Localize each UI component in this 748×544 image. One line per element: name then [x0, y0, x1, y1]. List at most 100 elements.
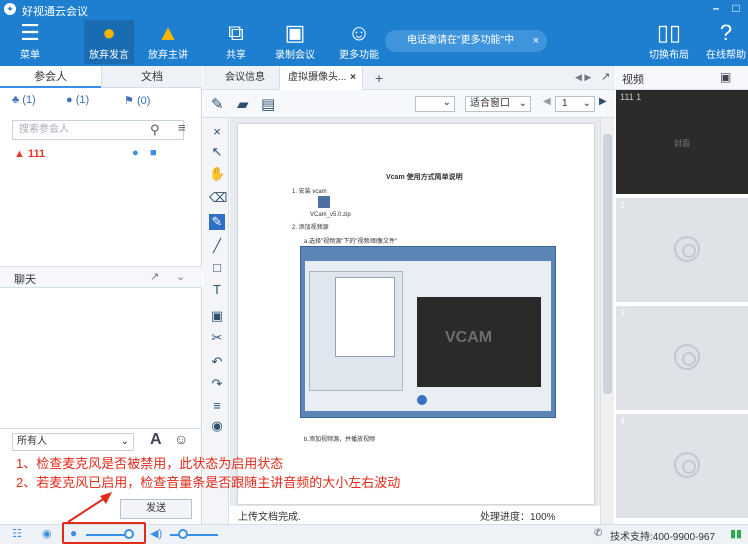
- page-input[interactable]: 1 ⌄: [555, 96, 595, 112]
- chat-header: 聊天 ↗ ⌄: [0, 266, 202, 288]
- video-cell-3[interactable]: 3: [616, 306, 748, 412]
- share-button[interactable]: ⧉ 共享: [218, 20, 254, 64]
- image-icon[interactable]: ▣: [209, 308, 225, 324]
- video-cell-number: 3: [620, 308, 626, 318]
- support-text: 技术支持:400-9900-967: [610, 532, 716, 543]
- app-logo-icon: ✦: [4, 3, 16, 15]
- phone-icon: ✆: [594, 528, 603, 539]
- chevron-down-icon: ⌄: [518, 98, 527, 109]
- video-cell-1[interactable]: 111 1 封面: [616, 90, 748, 196]
- pointer-icon[interactable]: ↖: [209, 144, 225, 160]
- invite-notice: 电话邀请在"更多功能"中 ×: [385, 30, 547, 52]
- user-icon: ♣: [12, 94, 20, 106]
- microphone-icon: ●: [66, 94, 73, 106]
- flag-icon: ⚑: [124, 95, 134, 107]
- document-scrollbar[interactable]: [600, 118, 614, 524]
- maximize-button[interactable]: □: [726, 0, 746, 18]
- video-layout-icon[interactable]: ▣: [720, 70, 731, 84]
- tab-virtual-camera[interactable]: 虚拟摄像头... ×: [279, 66, 363, 90]
- eraser-icon[interactable]: ⌫: [209, 190, 227, 206]
- menu-button[interactable]: ☰ 菜单: [8, 20, 52, 64]
- help-annotation: 1、检查麦克风是否被禁用，此状态为启用状态 2、若麦克风已启用，检查音量条是否跟…: [16, 454, 496, 492]
- prev-page-icon[interactable]: ◀: [543, 96, 551, 107]
- hands-count[interactable]: ⚑ (0): [124, 94, 150, 107]
- scissors-icon[interactable]: ✂: [209, 330, 225, 346]
- microphone-icon[interactable]: ●: [132, 147, 139, 159]
- chevron-down-icon[interactable]: ⌄: [176, 270, 185, 283]
- layout-icon: ▯▯: [656, 20, 682, 45]
- mic-highlight: [62, 522, 146, 544]
- settings-icon[interactable]: ◉: [42, 527, 52, 540]
- folder-icon[interactable]: ▰: [237, 95, 249, 113]
- video-cell-2[interactable]: 2: [616, 198, 748, 304]
- menu-icon: ☰: [20, 20, 40, 45]
- top-toolbar: ✦ 好视通云会议 – □ ☰ 菜单 ● 放弃发言 ▲ 放弃主讲 ⧉ 共享 ▣ 录…: [0, 0, 748, 66]
- switch-layout-button[interactable]: ▯▯ 切换布局: [644, 20, 694, 64]
- video-cell-4[interactable]: 4: [616, 414, 748, 520]
- online-help-button[interactable]: ? 在线帮助: [704, 20, 748, 64]
- chevron-down-icon: ⌄: [120, 436, 129, 447]
- give-up-speaking-button[interactable]: ● 放弃发言: [84, 20, 134, 64]
- tab-participants[interactable]: 参会人: [0, 66, 101, 88]
- palette-icon[interactable]: ◉: [209, 418, 225, 434]
- line-width-icon[interactable]: ≡: [209, 398, 225, 414]
- member-item[interactable]: ▲ 111: [14, 148, 45, 160]
- minimize-button[interactable]: –: [706, 0, 726, 18]
- speaker-icon[interactable]: ◀): [150, 527, 162, 540]
- document-status: 上传文档完成. 处理进度：100%: [230, 506, 600, 524]
- play-icon: [417, 395, 427, 405]
- give-up-presenter-button[interactable]: ▲ 放弃主讲: [140, 20, 196, 64]
- recipient-select[interactable]: 所有人 ⌄: [12, 433, 134, 451]
- font-icon[interactable]: A: [150, 431, 162, 449]
- video-panel: 视频 ▣ 111 1 封面 2 3 4: [616, 66, 748, 524]
- record-button[interactable]: ▣ 录制会议: [272, 20, 318, 64]
- list-view-icon[interactable]: ≡: [178, 120, 186, 135]
- doc-step-2: 2. 添加视频源: [292, 225, 329, 231]
- tab-docs[interactable]: 文档: [101, 66, 202, 88]
- document-page: Vcam 使用方式简单说明 1. 安装 vcam VCam_v5.0.zip 2…: [238, 124, 594, 504]
- color-select[interactable]: ⌄: [415, 96, 455, 112]
- presenter-icon: ▲: [157, 20, 179, 45]
- close-icon[interactable]: ×: [209, 124, 225, 140]
- tab-meeting-info[interactable]: 会议信息: [217, 66, 273, 90]
- close-icon[interactable]: ×: [533, 30, 539, 52]
- context-menu: [335, 277, 395, 357]
- emoji-icon[interactable]: ☺: [174, 431, 188, 447]
- expand-icon[interactable]: ↗: [601, 70, 610, 83]
- next-page-icon[interactable]: ▶: [599, 96, 607, 107]
- zip-file-icon: [318, 196, 330, 208]
- add-tab-icon[interactable]: +: [375, 70, 383, 86]
- undo-icon[interactable]: ↶: [209, 354, 225, 370]
- redo-icon[interactable]: ↷: [209, 376, 225, 392]
- more-button[interactable]: ☺ 更多功能: [336, 20, 382, 64]
- line-icon[interactable]: ╱: [209, 238, 225, 254]
- pen-icon[interactable]: ✎: [209, 214, 225, 230]
- progress-text: 处理进度：100%: [480, 512, 556, 523]
- zoom-select[interactable]: 适合窗口 ⌄: [465, 96, 531, 112]
- scrollbar-thumb[interactable]: [603, 134, 612, 394]
- speaker-volume-handle[interactable]: [178, 529, 188, 539]
- chevron-down-icon: ⌄: [582, 98, 591, 109]
- save-icon[interactable]: ▤: [261, 95, 275, 113]
- share-icon: ⧉: [228, 20, 244, 45]
- video-cell-number: 2: [620, 200, 626, 210]
- speakers-count[interactable]: ● (1): [66, 94, 89, 106]
- popout-icon[interactable]: ↗: [150, 270, 159, 283]
- list-icon[interactable]: ☷: [12, 527, 22, 540]
- search-icon[interactable]: ⚲: [150, 122, 160, 138]
- send-button[interactable]: 发送: [120, 499, 192, 519]
- pen-mode-icon[interactable]: ✎: [211, 95, 224, 113]
- doc-file-name: VCam_v5.0.zip: [310, 212, 351, 218]
- annotation-line-1: 1、检查麦克风是否被禁用，此状态为启用状态: [16, 456, 284, 471]
- preview-panel: VCAM: [417, 297, 541, 387]
- rectangle-icon[interactable]: □: [209, 260, 225, 276]
- hand-icon[interactable]: ✋: [209, 166, 225, 182]
- close-icon[interactable]: ×: [350, 66, 356, 90]
- camera-icon[interactable]: ■: [150, 147, 157, 159]
- title-bar: ✦ 好视通云会议 – □: [0, 0, 748, 18]
- participants-count[interactable]: ♣ (1): [12, 94, 36, 106]
- help-icon: ?: [719, 20, 733, 45]
- signal-icon: ▮▮: [730, 528, 743, 540]
- scroll-tabs-icon[interactable]: ◀ ▶: [575, 72, 591, 83]
- text-icon[interactable]: T: [209, 282, 225, 298]
